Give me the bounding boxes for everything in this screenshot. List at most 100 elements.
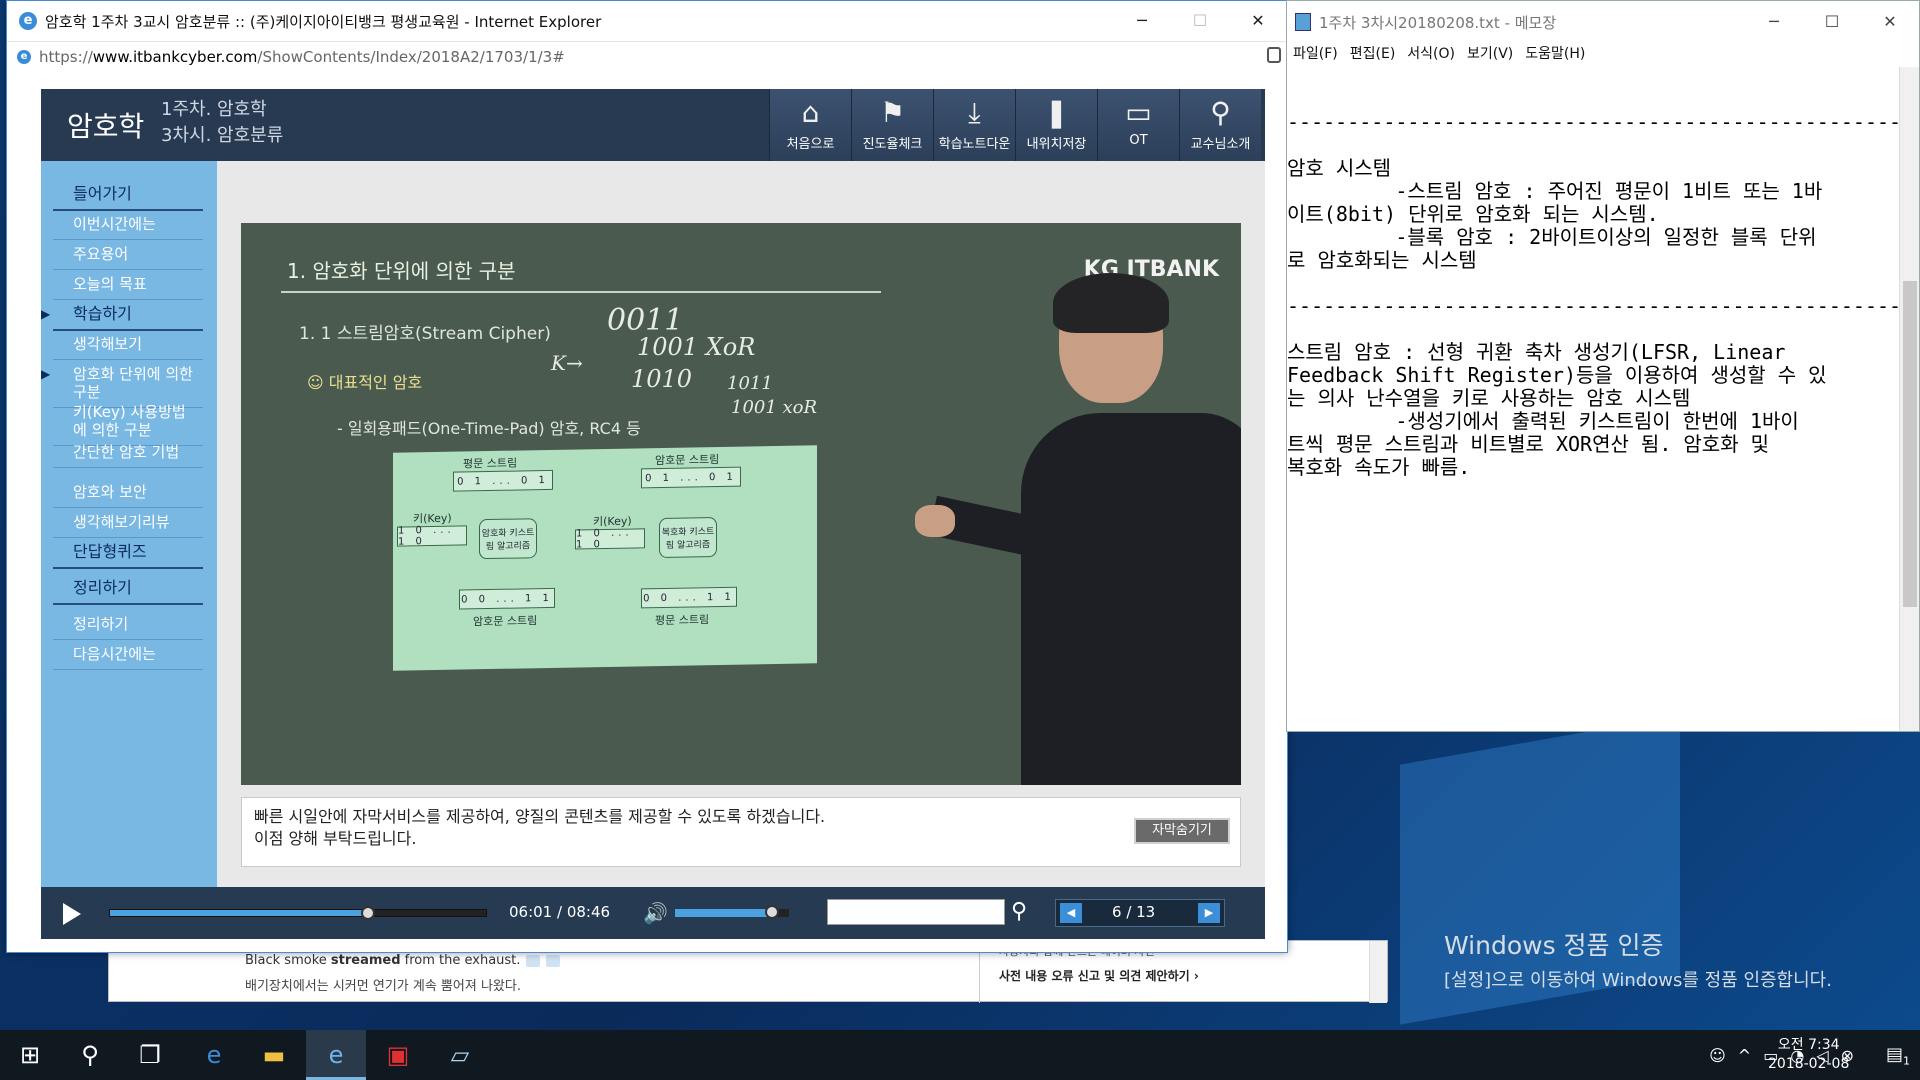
sidebar-item[interactable]: 학습하기 <box>53 299 203 331</box>
time-display: 06:01 / 08:46 <box>509 903 611 921</box>
notepad-window[interactable]: 1주차 3차시20180208.txt - 메모장 ─ ☐ ✕ 파일(F) 편집(… <box>1286 0 1920 732</box>
clock-time: 오전 7:34 <box>1777 1037 1840 1053</box>
search-input[interactable] <box>827 899 1005 925</box>
prev-page-button[interactable]: ◀ <box>1060 903 1082 923</box>
sidebar-item[interactable]: 이번시간에는 <box>53 209 203 240</box>
maximize-button[interactable]: ☐ <box>1171 1 1229 41</box>
volume-handle[interactable] <box>764 905 779 919</box>
search-icon[interactable]: ⚲ <box>1011 899 1027 924</box>
current-time: 06:01 <box>509 903 553 921</box>
notepad-taskbar-icon[interactable]: ▱ <box>430 1030 490 1080</box>
play-button[interactable] <box>63 903 81 925</box>
seek-bar[interactable] <box>109 906 487 920</box>
scroll-thumb[interactable] <box>1903 281 1917 607</box>
sidebar-item[interactable]: 다음시간에는 <box>53 639 203 670</box>
page-current: 6 <box>1112 903 1122 921</box>
menu-item[interactable]: 서식(O) <box>1401 43 1461 67</box>
nav-icon: ⚑ <box>879 96 906 129</box>
page-indicator: 6 / 13 <box>1112 903 1156 921</box>
sidebar-item[interactable]: 들어가기 <box>53 179 203 211</box>
close-button[interactable]: ✕ <box>1229 1 1287 41</box>
sidebar-item[interactable]: 오늘의 목표 <box>53 269 203 300</box>
nav-button[interactable]: ⤓ 학습노트다운 <box>933 89 1015 161</box>
sidebar-item[interactable]: 정리하기 <box>53 609 203 640</box>
notification-icon[interactable]: ▤1 <box>1868 1030 1920 1080</box>
menu-item[interactable]: 파일(F) <box>1287 43 1344 67</box>
vertical-scrollbar[interactable] <box>1899 67 1919 731</box>
menu-item[interactable]: 도움말(H) <box>1519 43 1591 67</box>
lecture-video[interactable]: 1. 암호화 단위에 의한 구분 1. 1 스트림암호(Stream Ciphe… <box>241 223 1241 785</box>
nav-label: 교수님소개 <box>1190 137 1251 152</box>
activation-watermark: Windows 정품 인증 [설정]으로 이동하여 Windows를 정품 인증… <box>1444 926 1832 992</box>
volume-level <box>675 909 772 917</box>
nav-button[interactable]: ⚑ 진도율체크 <box>851 89 933 161</box>
sidebar-item[interactable]: 간단한 암호 기법 <box>53 437 203 468</box>
minimize-button[interactable]: ─ <box>1113 1 1171 41</box>
example-sentence-ko: 배기장치에서는 시커먼 연기가 계속 뿜어져 나왔다. <box>245 979 521 994</box>
clock[interactable]: 오전 7:34 2018-02-08 <box>1768 1036 1849 1074</box>
lock-icon[interactable] <box>1267 47 1281 63</box>
course-title: 암호학 <box>67 110 145 143</box>
speaker-icon[interactable] <box>526 954 541 967</box>
volume-slider[interactable] <box>675 905 789 919</box>
notepad-icon <box>1295 13 1311 31</box>
notification-count: 1 <box>1903 1054 1910 1068</box>
acrobat-icon[interactable]: ▣ <box>368 1030 428 1080</box>
example-text-pre: Black smoke <box>245 953 331 968</box>
start-button[interactable]: ⊞ <box>0 1030 60 1080</box>
sidebar-item[interactable]: 단답형퀴즈 <box>53 537 203 569</box>
ie-titlebar[interactable]: e 암호학 1주차 3교시 암호분류 :: (주)케이지아이티뱅크 평생교육원 … <box>7 1 1287 41</box>
sidebar-item[interactable]: 생각해보기 <box>53 329 203 360</box>
notepad-editor[interactable]: ----------------------------------------… <box>1287 67 1901 731</box>
minimize-button[interactable]: ─ <box>1745 1 1803 43</box>
diagram-label: 암호문 스트림 <box>473 614 538 629</box>
nav-button[interactable]: ▭ OT <box>1097 89 1179 161</box>
chalk-text: 1001 XoR <box>637 333 756 361</box>
ie-logo-icon: e <box>19 12 37 30</box>
slide-bullet: ☺ 대표적인 암호 <box>307 373 423 392</box>
address-bar[interactable]: e https://www.itbankcyber.com/ShowConten… <box>7 41 1287 71</box>
internet-explorer-icon[interactable]: e <box>306 1030 366 1080</box>
people-icon[interactable]: ☺ <box>1709 1046 1726 1065</box>
slide-title: 1. 암호화 단위에 의한 구분 <box>287 259 516 283</box>
maximize-button[interactable]: ☐ <box>1803 1 1861 43</box>
lecturer-hair <box>1053 273 1169 333</box>
diagram-bits: 0 0 ... 1 1 <box>641 586 737 609</box>
player-header: 암호학 1주차. 암호학 3차시. 암호분류 ⌂ 처음으로 ⚑ 진도율체크 ⤓ 학습노트다… <box>41 89 1265 161</box>
nav-button[interactable]: ⚲ 교수님소개 <box>1179 89 1261 161</box>
caption-box: 빠른 시일안에 자막서비스를 제공하여, 양질의 콘텐츠를 제공할 수 있도록 … <box>241 797 1241 867</box>
session-info: 1주차. 암호학 3차시. 암호분류 <box>161 97 283 149</box>
sidebar-item[interactable]: 암호와 보안 <box>53 477 203 508</box>
scrollbar[interactable] <box>1369 941 1387 1003</box>
menu-item[interactable]: 편집(E) <box>1344 43 1402 67</box>
diagram-bits: 0 1 ... 0 1 <box>453 469 553 492</box>
diagram-label: 평문 스트림 <box>463 456 518 471</box>
nav-button[interactable]: ❚ 내위치저장 <box>1015 89 1097 161</box>
file-explorer-icon[interactable]: ▬ <box>244 1030 304 1080</box>
search-icon[interactable]: ⚲ <box>60 1030 120 1080</box>
nav-button[interactable]: ⌂ 처음으로 <box>769 89 851 161</box>
replay-icon[interactable] <box>546 954 561 967</box>
ie-window-title: 암호학 1주차 3교시 암호분류 :: (주)케이지아이티뱅크 평생교육원 - … <box>45 12 602 31</box>
content-area: 1. 암호화 단위에 의한 구분 1. 1 스트림암호(Stream Ciphe… <box>217 161 1265 887</box>
hide-caption-button[interactable]: 자막숨기기 <box>1134 818 1230 844</box>
ie-window-controls: ─ ☐ ✕ <box>1113 1 1287 41</box>
seek-handle[interactable] <box>360 906 375 920</box>
sidebar-item[interactable]: 주요용어 <box>53 239 203 270</box>
ie-window[interactable]: e 암호학 1주차 3교시 암호분류 :: (주)케이지아이티뱅크 평생교육원 … <box>6 0 1288 953</box>
week-label: 1주차. 암호학 <box>161 99 267 120</box>
volume-icon[interactable]: 🔊 <box>643 901 668 925</box>
sidebar-item[interactable]: 정리하기 <box>53 573 203 605</box>
nav-label: 진도율체크 <box>862 137 923 152</box>
chevron-up-icon[interactable]: ^ <box>1738 1046 1751 1065</box>
report-error-link[interactable]: 사전 내용 오류 신고 및 의견 제안하기 › <box>999 967 1199 984</box>
task-view-icon[interactable]: ❐ <box>120 1030 180 1080</box>
example-keyword: streamed <box>330 953 401 968</box>
sidebar-item[interactable]: 생각해보기리뷰 <box>53 507 203 538</box>
menu-item[interactable]: 보기(V) <box>1461 43 1519 67</box>
next-page-button[interactable]: ▶ <box>1198 903 1220 923</box>
close-button[interactable]: ✕ <box>1861 1 1919 43</box>
diagram-label: 암호문 스트림 <box>655 453 720 468</box>
nav-icon: ⤓ <box>968 96 981 129</box>
edge-icon[interactable]: e <box>184 1030 244 1080</box>
